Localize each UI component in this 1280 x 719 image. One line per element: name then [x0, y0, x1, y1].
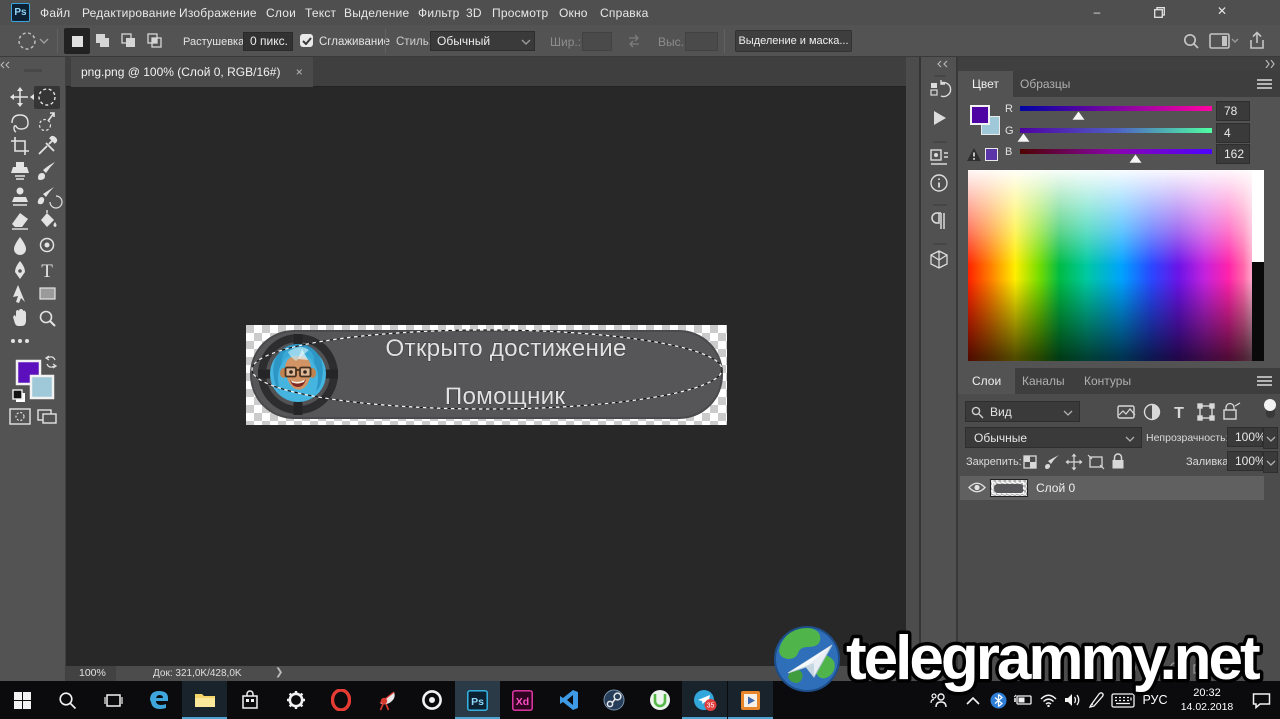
svg-text:fx: fx — [1106, 661, 1115, 675]
svg-text:T: T — [41, 261, 53, 282]
svg-text:Открыто достижение: Открыто достижение — [385, 335, 626, 362]
svg-text:Xd: Xd — [516, 696, 529, 708]
svg-text:Ps: Ps — [471, 696, 484, 708]
svg-text:Помощник: Помощник — [445, 383, 566, 410]
svg-text:35: 35 — [706, 703, 714, 710]
svg-text:T: T — [1174, 405, 1184, 422]
